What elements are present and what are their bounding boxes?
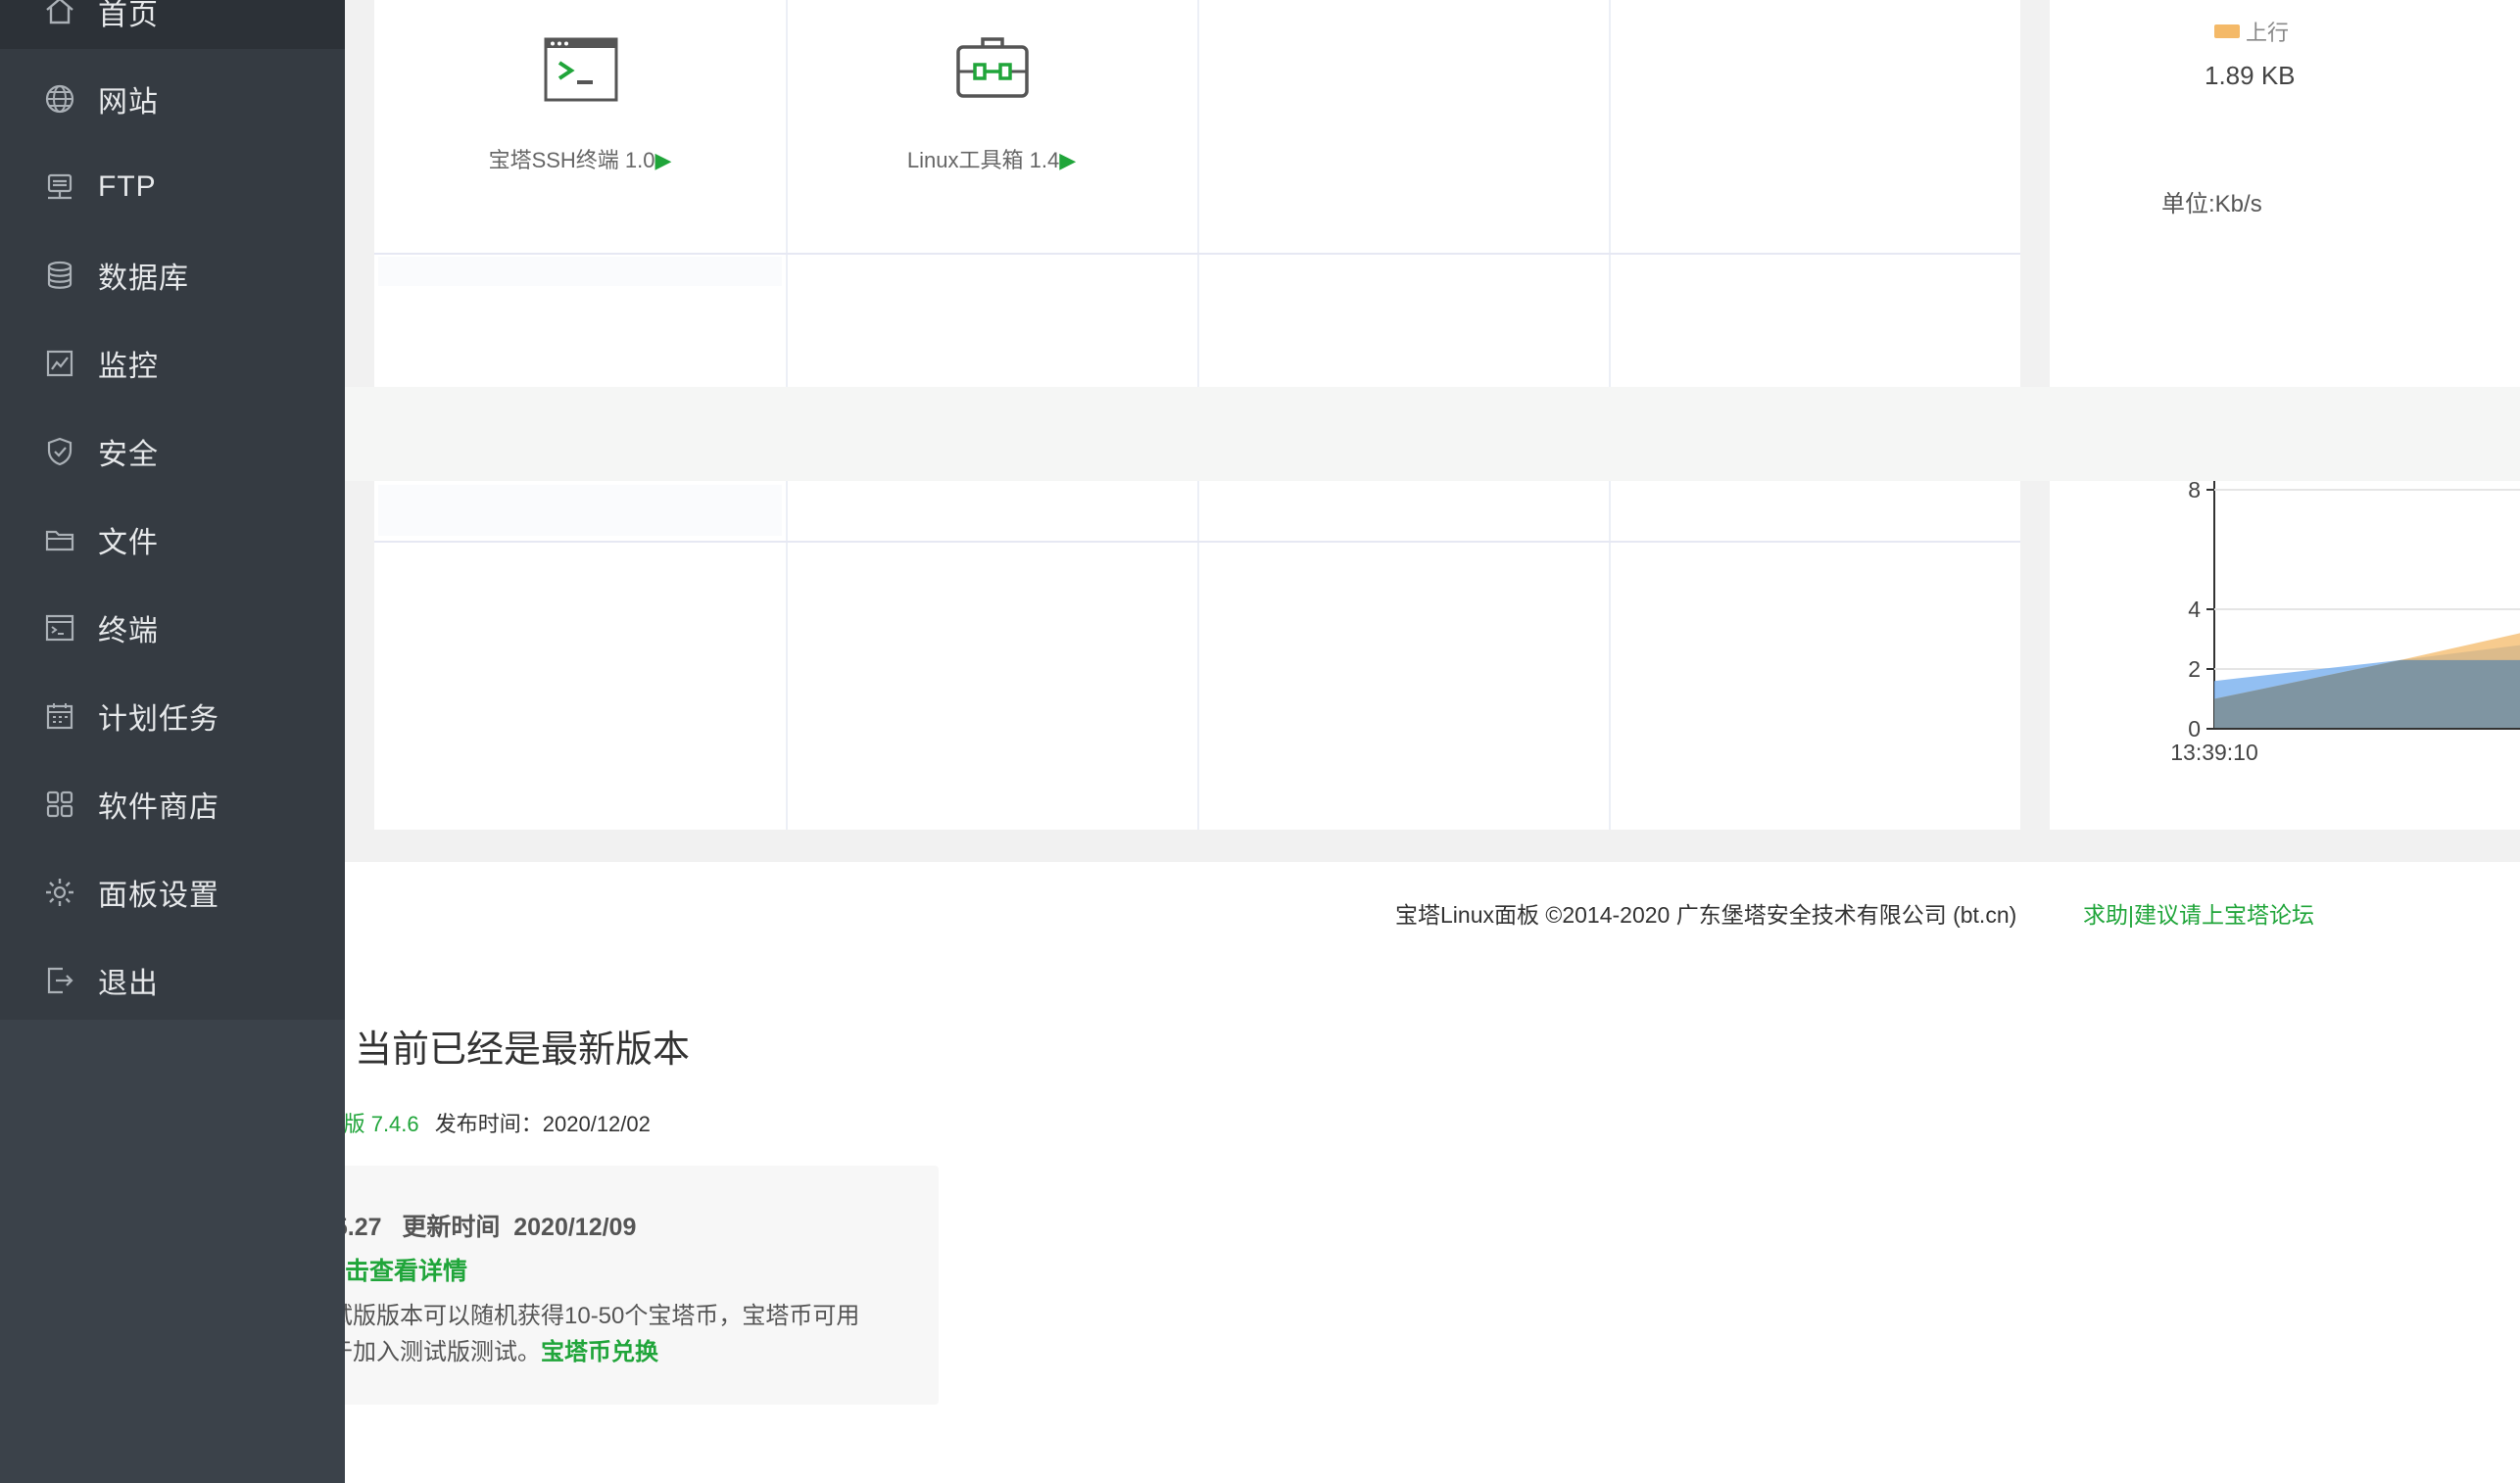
forum-link[interactable]: 求助|建议请上宝塔论坛 [2083, 896, 2314, 930]
database-icon [43, 259, 76, 292]
beta-note-2: 于加入测试版测试。宝塔币兑换 [345, 1339, 658, 1365]
placeholder-row [378, 257, 782, 286]
sidebar-item-label: 软件商店 [98, 791, 219, 824]
chart-unit: 单位:Kb/s [2161, 191, 2262, 217]
sidebar-item-cron[interactable]: 计划任务 [0, 672, 345, 760]
sidebar-item-home[interactable]: 首页 [0, 0, 345, 49]
monitor-icon [43, 347, 76, 380]
sidebar-item-ftp[interactable]: FTP [0, 143, 345, 231]
sidebar-menu: 首页 网站 FTP 数据库 监控 安全 文件 终端 计划任务 软件商店 面板设置… [0, 0, 345, 1020]
globe-icon [43, 82, 76, 116]
tool-label: 宝塔SSH终端 1.0▶ [488, 148, 672, 172]
folder-icon [43, 523, 76, 556]
gear-icon [43, 876, 76, 909]
sidebar-item-website[interactable]: 网站 [0, 55, 345, 143]
overlay-band [2050, 387, 2520, 481]
sidebar-item-label: 数据库 [98, 263, 189, 295]
sidebar-item-store[interactable]: 软件商店 [0, 760, 345, 848]
play-icon: ▶ [1059, 148, 1077, 172]
update-panel: Linux正式版 7.4.6 发布时间：2020/12/02 7.5.27 更新… [345, 980, 1031, 1483]
sidebar-item-label: 安全 [98, 439, 159, 471]
divider [374, 541, 2020, 543]
home-icon [43, 0, 76, 27]
divider [1197, 481, 1199, 830]
tool-linux-toolbox[interactable]: Linux工具箱 1.4▶ [786, 0, 1197, 253]
sidebar-item-label: 首页 [98, 0, 159, 31]
sidebar-item-terminal[interactable]: 终端 [0, 584, 345, 672]
view-details-link[interactable]: 点击查看详情 [345, 1252, 467, 1287]
logout-icon [43, 964, 76, 997]
sidebar-item-label: 退出 [98, 968, 159, 1000]
coin-exchange-link[interactable]: 宝塔币兑换 [541, 1339, 658, 1365]
legend-upload[interactable]: 上行 [2214, 16, 2289, 47]
tool-label: Linux工具箱 1.4▶ [906, 148, 1077, 172]
y-tick-label: 0 [2188, 716, 2201, 742]
terminal-icon [43, 611, 76, 645]
placeholder-row [378, 485, 782, 536]
tool-ssh-terminal[interactable]: 宝塔SSH终端 1.0▶ [374, 0, 786, 253]
sidebar-item-logout[interactable]: 退出 [0, 936, 345, 1025]
shield-icon [43, 435, 76, 468]
sidebar-item-files[interactable]: 文件 [0, 496, 345, 584]
sidebar-item-label: 网站 [98, 86, 159, 119]
divider [1197, 0, 1199, 387]
sidebar-item-settings[interactable]: 面板设置 [0, 848, 345, 936]
update-version-line: Linux正式版 7.4.6 发布时间：2020/12/02 [345, 1107, 651, 1138]
sidebar: 首页 网站 FTP 数据库 监控 安全 文件 终端 计划任务 软件商店 面板设置… [0, 0, 345, 1483]
sidebar-item-label: 终端 [98, 615, 159, 647]
play-icon: ▶ [654, 148, 672, 172]
sidebar-item-label: 计划任务 [98, 703, 219, 736]
sidebar-item-label: 监控 [98, 351, 159, 383]
divider [1609, 0, 1611, 387]
sidebar-item-database[interactable]: 数据库 [0, 231, 345, 319]
release-date: 发布时间：2020/12/02 [434, 1112, 651, 1136]
network-chart: 02481013:39:10 [2170, 417, 2520, 765]
ftp-icon [43, 170, 76, 204]
y-tick-label: 4 [2188, 597, 2201, 622]
series-overlap-area [2214, 659, 2520, 729]
divider [1609, 481, 1611, 830]
beta-note: 测试版版本可以随机获得10-50个宝塔币，宝塔币可用 [345, 1303, 860, 1329]
upload-total: 1.89 KB [2205, 61, 2296, 90]
footer-copyright: 宝塔Linux面板 ©2014-2020 广东堡塔安全技术有限公司 (bt.cn… [1395, 902, 2017, 928]
sidebar-item-label: 面板设置 [98, 880, 219, 912]
legend-swatch [2214, 24, 2240, 38]
beta-version-line: 7.5.27 更新时间 2020/12/09 [345, 1214, 637, 1241]
sidebar-item-label: FTP [98, 170, 157, 203]
software-card-lower [374, 481, 2020, 830]
x-tick-label: 13:39:10 [2170, 740, 2258, 765]
y-tick-label: 2 [2188, 656, 2201, 682]
divider [374, 253, 2020, 255]
calendar-icon [43, 699, 76, 733]
toolbox-icon [955, 33, 1030, 108]
software-card: 宝塔SSH终端 1.0▶ Linux工具箱 1.4▶ [374, 0, 2020, 387]
sidebar-item-monitor[interactable]: 监控 [0, 319, 345, 407]
terminal-window-icon [544, 33, 618, 108]
version-label: Linux正式版 7.4.6 [345, 1112, 419, 1136]
divider [786, 481, 788, 830]
legend-label: 上行 [2246, 21, 2290, 45]
sidebar-item-security[interactable]: 安全 [0, 407, 345, 496]
sidebar-item-label: 文件 [98, 527, 159, 559]
apps-grid-icon [43, 788, 76, 821]
